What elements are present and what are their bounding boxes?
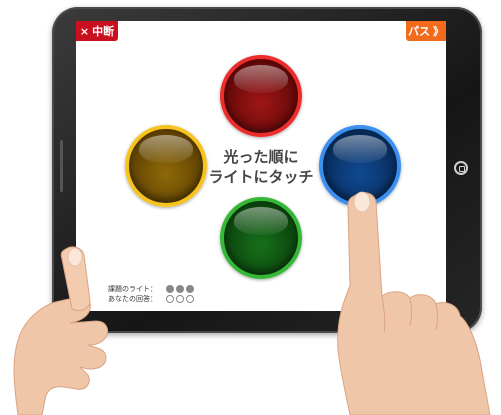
empty-dot-icon: [186, 295, 194, 303]
pass-label: パス: [408, 25, 430, 38]
light-red[interactable]: [220, 55, 302, 137]
chevron-right-icon: 》: [433, 25, 444, 38]
instruction-line-2: ライトにタッチ: [208, 168, 314, 186]
target-dots: [166, 285, 196, 293]
filled-dot-icon: [186, 285, 194, 293]
empty-dot-icon: [166, 295, 174, 303]
empty-dot-icon: [176, 295, 184, 303]
light-yellow[interactable]: [125, 125, 207, 207]
filled-dot-icon: [166, 285, 174, 293]
tablet-side-slot: [60, 140, 63, 192]
quit-label: 中断: [92, 25, 115, 38]
pass-button[interactable]: パス 》: [406, 21, 446, 41]
quit-button[interactable]: × 中断: [76, 21, 118, 41]
instruction-text: 光った順に ライトにタッチ: [197, 147, 325, 187]
filled-dot-icon: [176, 285, 184, 293]
right-hand-icon: [337, 191, 491, 415]
left-hand-icon: [13, 246, 109, 415]
instruction-line-1: 光った順に: [223, 148, 299, 166]
close-icon: ×: [79, 24, 90, 38]
light-green[interactable]: [220, 197, 302, 279]
answer-dots: [166, 295, 196, 303]
home-button-icon: [454, 161, 468, 175]
